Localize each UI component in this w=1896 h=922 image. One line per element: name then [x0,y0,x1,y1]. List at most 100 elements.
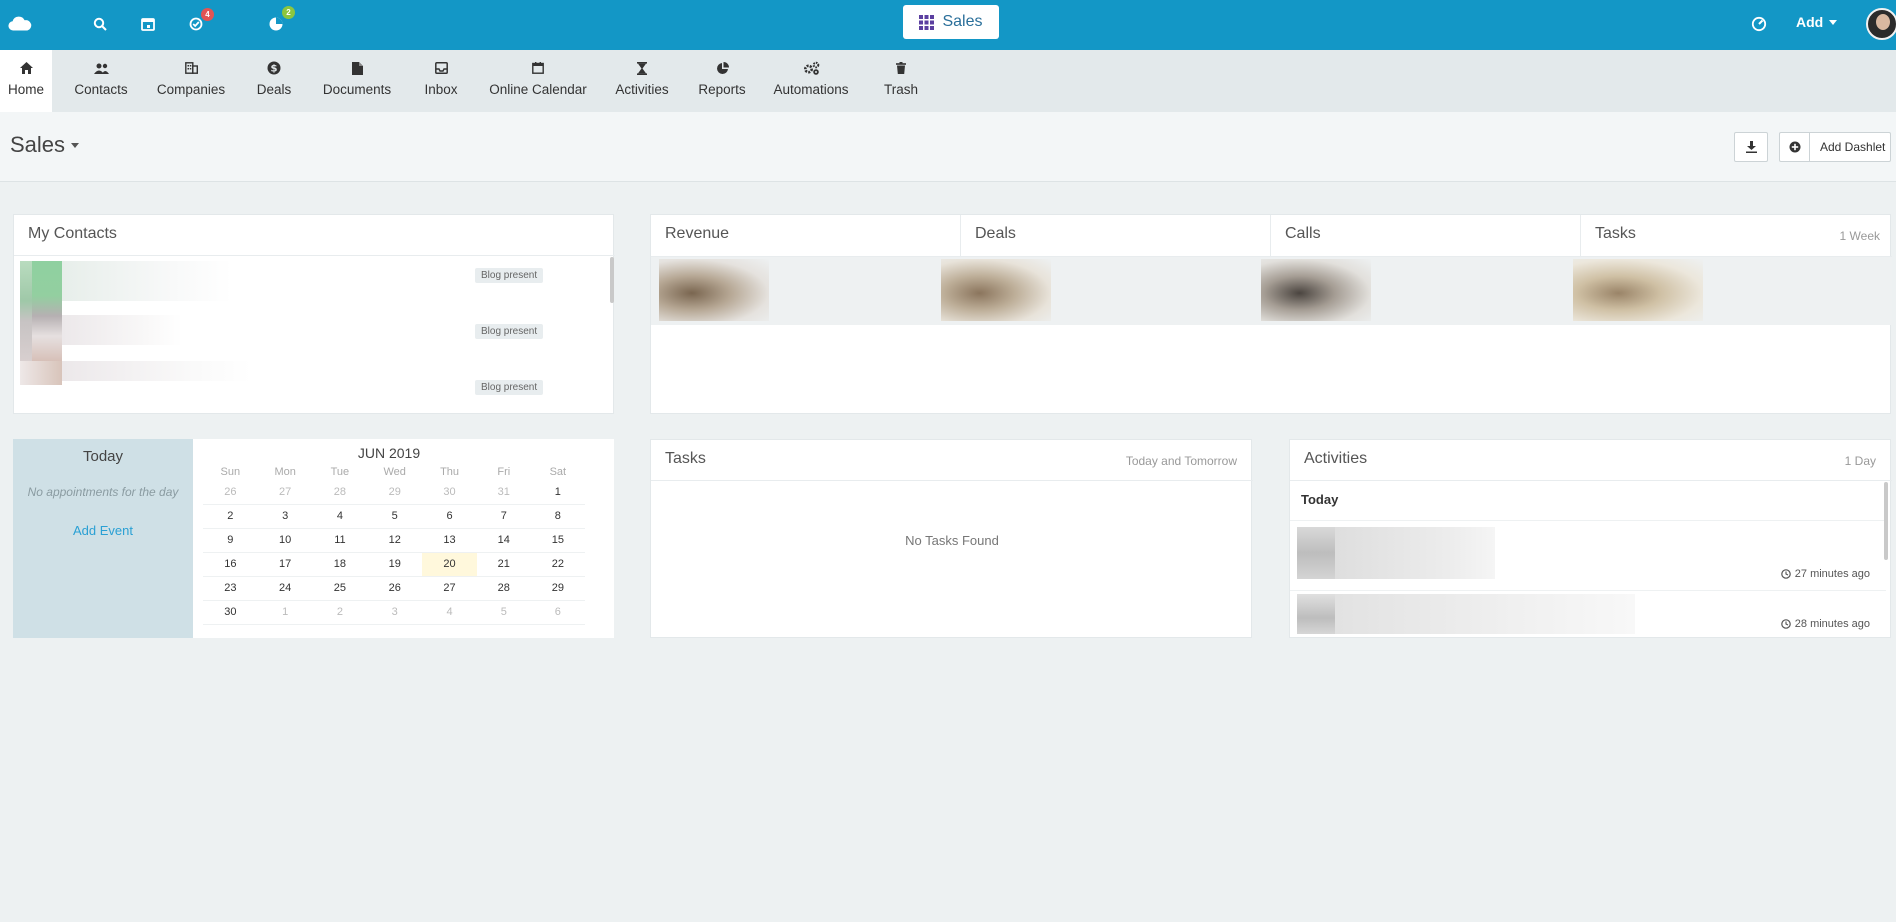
calendar-day[interactable]: 5 [476,600,531,625]
stat-user-avatar [1261,259,1371,321]
page-title: Sales [10,132,66,157]
tab-deals[interactable]: Deals [961,215,1271,256]
add-menu-button[interactable]: Add [1796,14,1838,30]
today-heading: Today [82,448,124,465]
calendar-day[interactable]: 26 [203,480,258,505]
tab-tasks[interactable]: Tasks 1 Week [1581,215,1892,256]
contact-avatar [20,361,62,385]
status-badge: Blog present [475,324,544,339]
module-nav: Home Contacts Companies $ Deals Document… [0,50,1896,112]
nav-online-calendar[interactable]: Online Calendar [488,50,588,112]
download-icon [1745,141,1757,153]
calendar-day[interactable]: 17 [257,552,313,577]
weekday-row: Sun Mon Tue Wed Thu Fri Sat [203,464,585,480]
calendar-day[interactable]: 5 [367,504,423,529]
calendar-day[interactable]: 23 [203,576,258,601]
calendar-day[interactable]: 18 [312,552,368,577]
calendar-day[interactable]: 14 [476,528,531,553]
calendar-day[interactable]: 29 [530,576,585,601]
week-row: 2 3 4 5 6 7 8 [203,504,585,529]
calendar-day[interactable]: 2 [312,600,368,625]
calendar-day[interactable]: 8 [530,504,585,529]
weekday-label: Tue [330,466,350,478]
range-label: Today and Tomorrow [1125,454,1237,468]
calendar-day[interactable]: 15 [530,528,585,553]
calendar-day[interactable]: 10 [257,528,313,553]
nav-trash[interactable]: Trash [882,50,920,112]
contacts-icon [93,58,109,78]
calendar-icon[interactable] [136,12,160,36]
calendar-day[interactable]: 3 [257,504,313,529]
calendar-day[interactable]: 25 [312,576,368,601]
stats-dashlet: Revenue Deals Calls Tasks 1 Week [650,214,1892,414]
nav-documents[interactable]: Documents [320,50,394,112]
calendar-day[interactable]: 4 [422,600,477,625]
nav-label: Inbox [424,82,458,97]
dashlet-title: Activities [1304,450,1368,467]
add-event-link[interactable]: Add Event [13,523,193,538]
nav-activities[interactable]: Activities [612,50,672,112]
calendar-day[interactable]: 26 [367,576,423,601]
calendar-day[interactable]: 27 [422,576,477,601]
nav-contacts[interactable]: Contacts [68,50,134,112]
calendar-day[interactable]: 1 [257,600,313,625]
activity-avatar [1297,527,1335,579]
calendar-day[interactable]: 7 [476,504,531,529]
clock-icon [1780,619,1791,629]
activity-group-label: Today [1301,492,1339,507]
calendar-day[interactable]: 27 [257,480,313,505]
calendar-day[interactable]: 9 [203,528,258,553]
calendar-day[interactable]: 21 [476,552,531,577]
gears-icon [803,58,820,78]
dashboard-selector[interactable]: Sales [10,132,80,158]
app-switcher-button[interactable]: Sales [903,5,999,39]
calendar-day[interactable]: 11 [312,528,368,553]
scrollbar[interactable] [610,257,614,303]
calendar-day[interactable]: 6 [530,600,585,625]
dashboard-gauge-icon[interactable] [1747,12,1771,36]
calendar-day[interactable]: 22 [530,552,585,577]
nav-inbox[interactable]: Inbox [421,50,461,112]
tab-label: Calls [1285,225,1321,242]
calendar-day[interactable]: 2 [203,504,258,529]
nav-companies[interactable]: Companies [152,50,230,112]
calendar-day[interactable]: 30 [422,480,477,505]
nav-automations[interactable]: Automations [772,50,850,112]
clock-icon [1780,569,1791,579]
calendar-day[interactable]: 16 [203,552,258,577]
calendar-icon [532,58,544,78]
export-button[interactable] [1734,132,1768,162]
contact-avatar [20,261,32,361]
calendar-day[interactable]: 29 [367,480,423,505]
calendar-day[interactable]: 24 [257,576,313,601]
calendar-day[interactable]: 13 [422,528,477,553]
calendar-day[interactable]: 4 [312,504,368,529]
calendar-day[interactable]: 28 [476,576,531,601]
my-contacts-dashlet: My Contacts Blog present Blog present Bl… [13,214,615,414]
tab-revenue[interactable]: Revenue [651,215,961,256]
divider [14,255,615,256]
calendar-day-today[interactable]: 20 [422,552,477,577]
tab-calls[interactable]: Calls [1271,215,1581,256]
dollar-icon: $ [267,58,281,78]
nav-label: Reports [698,82,746,97]
calendar-day[interactable]: 3 [367,600,423,625]
cloud-logo-icon[interactable] [8,12,32,36]
user-avatar[interactable] [1866,8,1896,40]
calendar-day[interactable]: 1 [530,480,585,505]
add-dashlet-button[interactable]: Add Dashlet [1779,132,1891,162]
contact-name [62,315,182,345]
search-icon[interactable] [88,12,112,36]
scrollbar[interactable] [1884,482,1888,560]
calendar-day[interactable]: 31 [476,480,531,505]
nav-reports[interactable]: Reports [696,50,748,112]
calendar-day[interactable]: 12 [367,528,423,553]
nav-home[interactable]: Home [0,50,52,112]
calendar-day[interactable]: 19 [367,552,423,577]
chevron-down-icon [71,142,80,148]
stat-user-avatar [1573,259,1703,321]
nav-deals[interactable]: $ Deals [252,50,296,112]
calendar-day[interactable]: 30 [203,600,258,625]
calendar-day[interactable]: 6 [422,504,477,529]
calendar-day[interactable]: 28 [312,480,368,505]
